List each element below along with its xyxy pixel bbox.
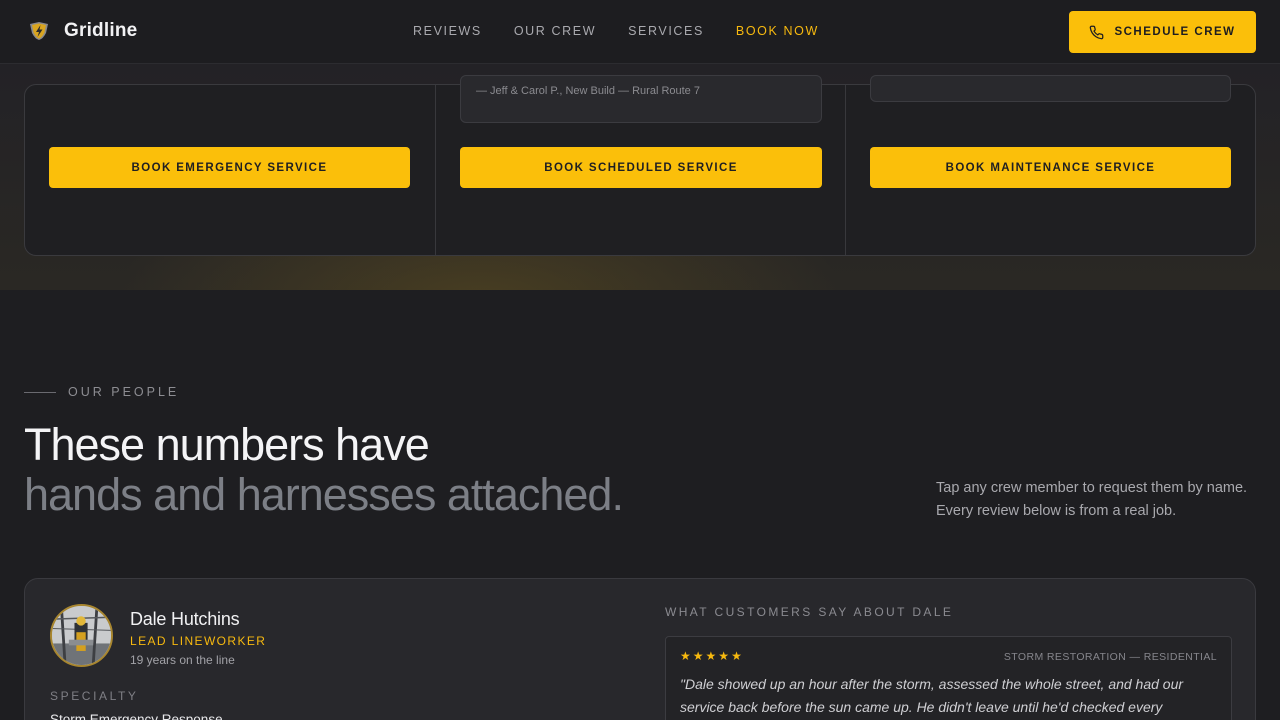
section-intro: Tap any crew member to request them by n… bbox=[936, 477, 1256, 523]
avatar[interactable] bbox=[50, 604, 113, 667]
star-icon: ★ bbox=[692, 649, 704, 663]
book-maintenance-service-button[interactable]: BOOK MAINTENANCE SERVICE bbox=[870, 147, 1231, 188]
crew-role: LEAD LINEWORKER bbox=[130, 634, 267, 648]
star-icon: ★ bbox=[731, 649, 742, 663]
crew-experience: 19 years on the line bbox=[130, 653, 235, 667]
eyebrow-label: OUR PEOPLE bbox=[68, 385, 180, 399]
service-column-emergency: BOOK EMERGENCY SERVICE bbox=[25, 85, 435, 255]
top-navigation-bar: Gridline REVIEWS OUR CREW SERVICES BOOK … bbox=[0, 0, 1280, 64]
star-icon: ★ bbox=[680, 649, 691, 663]
review-text-line-1: "Dale showed up an hour after the storm,… bbox=[680, 676, 1184, 692]
crew-name: Dale Hutchins bbox=[130, 609, 240, 629]
book-scheduled-service-button[interactable]: BOOK SCHEDULED SERVICE bbox=[460, 147, 822, 188]
schedule-crew-button[interactable]: SCHEDULE CREW bbox=[1069, 11, 1256, 53]
shield-bolt-logo-icon bbox=[30, 22, 48, 40]
nav-our-crew[interactable]: OUR CREW bbox=[514, 24, 596, 38]
section-eyebrow: OUR PEOPLE bbox=[24, 385, 179, 399]
section-headline: These numbers have hands and harnesses a… bbox=[24, 419, 624, 520]
review-text-line-2: service back before the sun came up. He … bbox=[680, 699, 1163, 715]
services-section-background: BOOK EMERGENCY SERVICE — Jeff & Carol P.… bbox=[0, 64, 1280, 290]
service-column-scheduled: — Jeff & Carol P., New Build — Rural Rou… bbox=[435, 75, 846, 255]
reviews-heading: WHAT CUSTOMERS SAY ABOUT DALE bbox=[665, 605, 954, 619]
crew-member-card[interactable]: Dale Hutchins LEAD LINEWORKER 19 years o… bbox=[24, 578, 1256, 720]
specialty-label: SPECIALTY bbox=[50, 689, 139, 703]
review-card: ★ ★ ★ ★ ★ STORM RESTORATION — RESIDENTIA… bbox=[665, 636, 1232, 720]
testimonial-card bbox=[870, 75, 1231, 102]
brand[interactable]: Gridline bbox=[28, 20, 137, 42]
intro-line-1: Tap any crew member to request them by n… bbox=[936, 480, 1248, 496]
testimonial-attribution: — Jeff & Carol P., New Build — Rural Rou… bbox=[476, 85, 700, 97]
eyebrow-divider bbox=[24, 391, 56, 393]
services-panel: BOOK EMERGENCY SERVICE — Jeff & Carol P.… bbox=[24, 75, 1256, 256]
headline-line-2: hands and harnesses attached. bbox=[24, 469, 624, 520]
lineworker-photo bbox=[52, 606, 111, 665]
nav-book-now[interactable]: BOOK NOW bbox=[736, 24, 819, 38]
book-emergency-service-button[interactable]: BOOK EMERGENCY SERVICE bbox=[49, 147, 410, 188]
nav-services[interactable]: SERVICES bbox=[628, 24, 704, 38]
schedule-crew-label: SCHEDULE CREW bbox=[1114, 26, 1236, 38]
phone-icon bbox=[1090, 25, 1104, 39]
intro-line-2: Every review below is from a real job. bbox=[936, 503, 1177, 519]
testimonial-card: — Jeff & Carol P., New Build — Rural Rou… bbox=[460, 75, 822, 123]
nav-reviews[interactable]: REVIEWS bbox=[413, 24, 482, 38]
brand-name: Gridline bbox=[64, 20, 138, 41]
star-icon: ★ bbox=[705, 649, 717, 663]
specialty-value: Storm Emergency Response bbox=[50, 712, 223, 720]
star-icon: ★ bbox=[718, 649, 730, 663]
main-nav: REVIEWS OUR CREW SERVICES BOOK NOW bbox=[413, 24, 819, 38]
headline-line-1: These numbers have bbox=[24, 419, 430, 470]
star-rating: ★ ★ ★ ★ ★ bbox=[680, 650, 742, 662]
review-category: STORM RESTORATION — RESIDENTIAL bbox=[1003, 651, 1217, 663]
review-text: "Dale showed up an hour after the storm,… bbox=[680, 673, 1200, 719]
service-column-maintenance: BOOK MAINTENANCE SERVICE bbox=[846, 75, 1256, 255]
